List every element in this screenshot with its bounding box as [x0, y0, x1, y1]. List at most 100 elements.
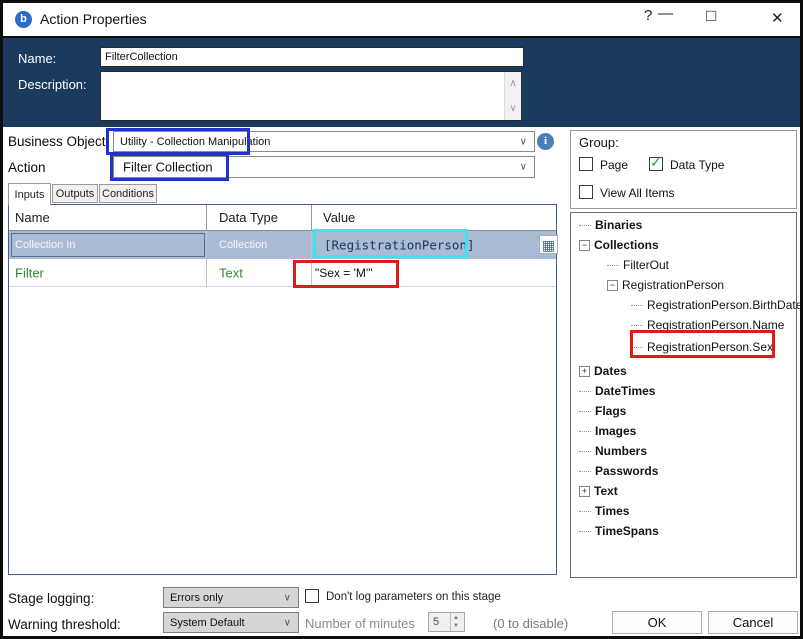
description-scrollbar[interactable]: ∧ ∨	[504, 72, 521, 120]
page-checkbox[interactable]	[579, 157, 593, 171]
inputs-table: Name Data Type Value Collection In Colle…	[8, 204, 557, 575]
input-data-type: Collection	[219, 239, 267, 251]
tree-item-registrationperson[interactable]: − RegistrationPerson	[607, 277, 724, 293]
check-icon: ✓	[650, 154, 662, 171]
cancel-button[interactable]: Cancel	[708, 611, 798, 634]
table-header: Name Data Type Value	[9, 205, 556, 231]
dont-log-checkbox-label: Don't log parameters on this stage	[326, 591, 501, 603]
input-value[interactable]: "Sex = 'M'"	[315, 266, 372, 280]
tree-connector	[579, 531, 591, 532]
warning-threshold-dropdown[interactable]: System Default ∨	[163, 612, 299, 633]
action-properties-window: b Action Properties ? — □ ✕ Name: Descri…	[0, 0, 803, 639]
view-all-items-checkbox[interactable]	[579, 185, 593, 199]
description-input[interactable]: ∧ ∨	[100, 71, 522, 121]
collapse-icon[interactable]: −	[579, 240, 590, 251]
tree-connector	[579, 391, 591, 392]
minutes-stepper[interactable]: 5 ▲ ▼	[428, 612, 465, 632]
column-divider	[206, 205, 207, 231]
tree-connector	[579, 511, 591, 512]
chevron-down-icon: ∨	[520, 136, 527, 147]
blueprism-logo-icon: b	[15, 11, 32, 28]
expand-icon[interactable]: +	[579, 486, 590, 497]
tree-connector	[579, 431, 591, 432]
input-name: Collection In	[15, 239, 76, 251]
data-items-tree: Binaries − Collections FilterOut − Regis…	[570, 212, 797, 578]
window-title: Action Properties	[40, 11, 147, 27]
column-header-name: Name	[15, 210, 50, 225]
tree-item-binaries[interactable]: Binaries	[579, 217, 642, 233]
tree-item-dates[interactable]: + Dates	[579, 363, 627, 379]
tree-item-passwords[interactable]: Passwords	[579, 463, 658, 479]
tree-item-filterout[interactable]: FilterOut	[607, 257, 669, 273]
tab-inputs[interactable]: Inputs	[8, 183, 51, 205]
name-input[interactable]	[100, 47, 524, 67]
scroll-up-icon[interactable]: ∧	[505, 78, 521, 89]
tree-connector	[631, 347, 643, 348]
collapse-icon[interactable]: −	[607, 280, 618, 291]
column-divider	[311, 231, 312, 287]
tree-item-registrationperson-name[interactable]: RegistrationPerson.Name	[631, 317, 784, 333]
tree-connector	[579, 451, 591, 452]
tree-connector	[631, 325, 643, 326]
stage-logging-dropdown[interactable]: Errors only ∨	[163, 587, 299, 608]
column-divider	[311, 205, 312, 231]
spinner-down-icon[interactable]: ▼	[453, 623, 459, 629]
warning-threshold-label: Warning threshold:	[8, 617, 121, 632]
disable-hint: (0 to disable)	[493, 616, 568, 631]
group-title: Group:	[579, 135, 619, 150]
scroll-down-icon[interactable]: ∨	[505, 103, 521, 114]
tree-item-registrationperson-sex[interactable]: RegistrationPerson.Sex	[631, 339, 773, 355]
column-divider	[206, 231, 207, 287]
tree-item-registrationperson-birthdate[interactable]: RegistrationPerson.BirthDate	[631, 297, 802, 313]
group-panel: Group: Page ✓ Data Type View All Items	[570, 130, 797, 209]
tree-item-images[interactable]: Images	[579, 423, 636, 439]
dont-log-checkbox[interactable]	[305, 589, 319, 603]
data-type-checkbox-label: Data Type	[670, 158, 724, 172]
tab-conditions[interactable]: Conditions	[99, 184, 157, 203]
column-header-data-type: Data Type	[219, 210, 278, 225]
collection-viewer-icon[interactable]: ▦	[539, 235, 558, 254]
close-icon[interactable]: ✕	[771, 9, 784, 27]
action-dropdown[interactable]: Filter Collection ∨	[113, 156, 535, 178]
name-label: Name:	[18, 51, 56, 66]
chevron-down-icon: ∨	[284, 617, 291, 628]
data-type-checkbox[interactable]: ✓	[649, 157, 663, 171]
business-object-label: Business Object	[8, 134, 106, 149]
title-bar: b Action Properties ? — □ ✕	[3, 3, 800, 38]
tree-connector	[579, 411, 591, 412]
input-data-type: Text	[219, 265, 243, 280]
tree-item-flags[interactable]: Flags	[579, 403, 626, 419]
input-name: Filter	[15, 265, 44, 280]
minutes-value: 5	[433, 616, 439, 628]
ok-button[interactable]: OK	[612, 611, 702, 634]
column-header-value: Value	[323, 210, 355, 225]
business-object-value: Utility - Collection Manipulation	[120, 136, 270, 148]
stage-logging-value: Errors only	[170, 592, 223, 604]
chevron-down-icon: ∨	[284, 592, 291, 603]
expand-icon[interactable]: +	[579, 366, 590, 377]
tree-item-text[interactable]: + Text	[579, 483, 618, 499]
stepper-arrows[interactable]: ▲ ▼	[450, 613, 464, 631]
tree-item-datetimes[interactable]: DateTimes	[579, 383, 655, 399]
tree-connector	[579, 471, 591, 472]
spinner-up-icon[interactable]: ▲	[453, 615, 459, 621]
tree-item-numbers[interactable]: Numbers	[579, 443, 647, 459]
tree-item-timespans[interactable]: TimeSpans	[579, 523, 659, 539]
action-label: Action	[8, 160, 46, 175]
help-icon[interactable]: ?	[644, 7, 652, 24]
tree-connector	[631, 305, 643, 306]
number-of-minutes-label: Number of minutes	[305, 616, 415, 631]
maximize-icon[interactable]: □	[706, 6, 716, 26]
chevron-down-icon: ∨	[520, 162, 527, 173]
minimize-icon[interactable]: —	[658, 5, 673, 22]
table-row[interactable]: Collection In Collection [RegistrationPe…	[9, 231, 556, 259]
action-value: Filter Collection	[123, 160, 213, 175]
info-icon[interactable]: i	[537, 133, 554, 150]
input-value[interactable]: [RegistrationPerson]	[324, 238, 475, 253]
business-object-dropdown[interactable]: Utility - Collection Manipulation ∨	[113, 131, 535, 152]
tree-item-times[interactable]: Times	[579, 503, 629, 519]
view-all-items-checkbox-label: View All Items	[600, 186, 674, 200]
table-row[interactable]: Filter Text "Sex = 'M'"	[9, 259, 556, 287]
tab-outputs[interactable]: Outputs	[52, 184, 98, 203]
tree-item-collections[interactable]: − Collections	[579, 237, 659, 253]
